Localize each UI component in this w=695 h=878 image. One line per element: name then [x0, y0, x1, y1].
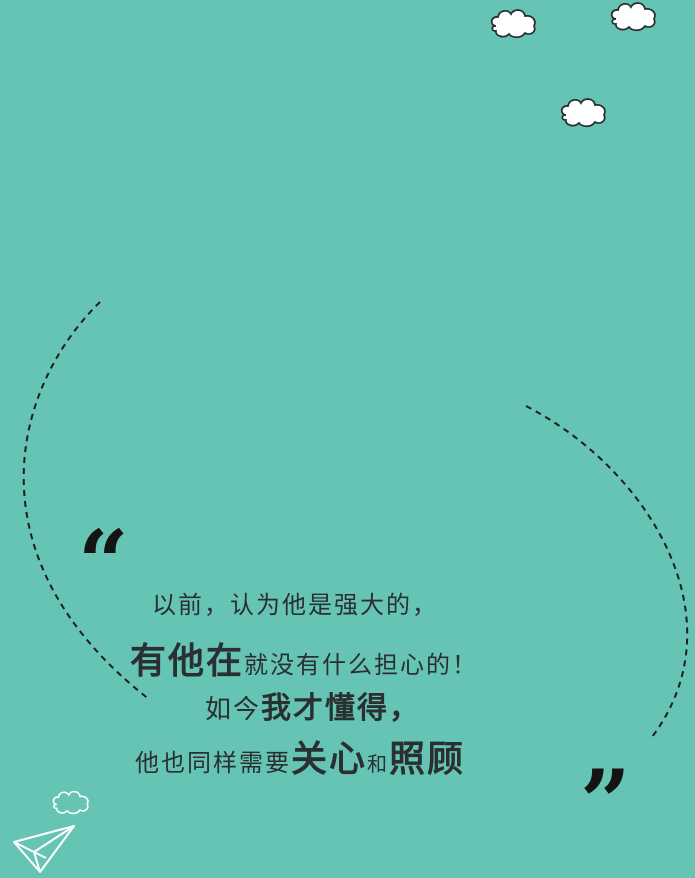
open-quote-mark: “ [78, 510, 129, 614]
quote-line-2-rest: 就没有什么担心的！ [244, 651, 479, 679]
close-quote-mark: ” [580, 750, 631, 854]
quote-line-4-emphasis-look-after: 照顾 [389, 739, 466, 780]
quote-line-3: 如今我才懂得， [205, 683, 421, 727]
quote-line-2: 有他在就没有什么担心的！ [130, 632, 478, 684]
quote-line-4-emphasis-care: 关心 [291, 739, 368, 780]
quote-line-1-text: 以前，认为他是强大的， [152, 591, 438, 619]
quote-line-4: 他也同样需要关心和照顾 [135, 730, 465, 782]
paper-plane-icon [13, 825, 75, 873]
quote-line-3-emphasis: 我才懂得， [261, 691, 422, 726]
quote-line-4-start: 他也同样需要 [135, 749, 291, 777]
quote-line-4-and: 和 [367, 752, 390, 776]
quote-line-1: 以前，认为他是强大的， [152, 585, 438, 620]
quote-line-2-emphasis: 有他在 [130, 641, 245, 682]
quote-line-3-start: 如今 [205, 695, 262, 725]
